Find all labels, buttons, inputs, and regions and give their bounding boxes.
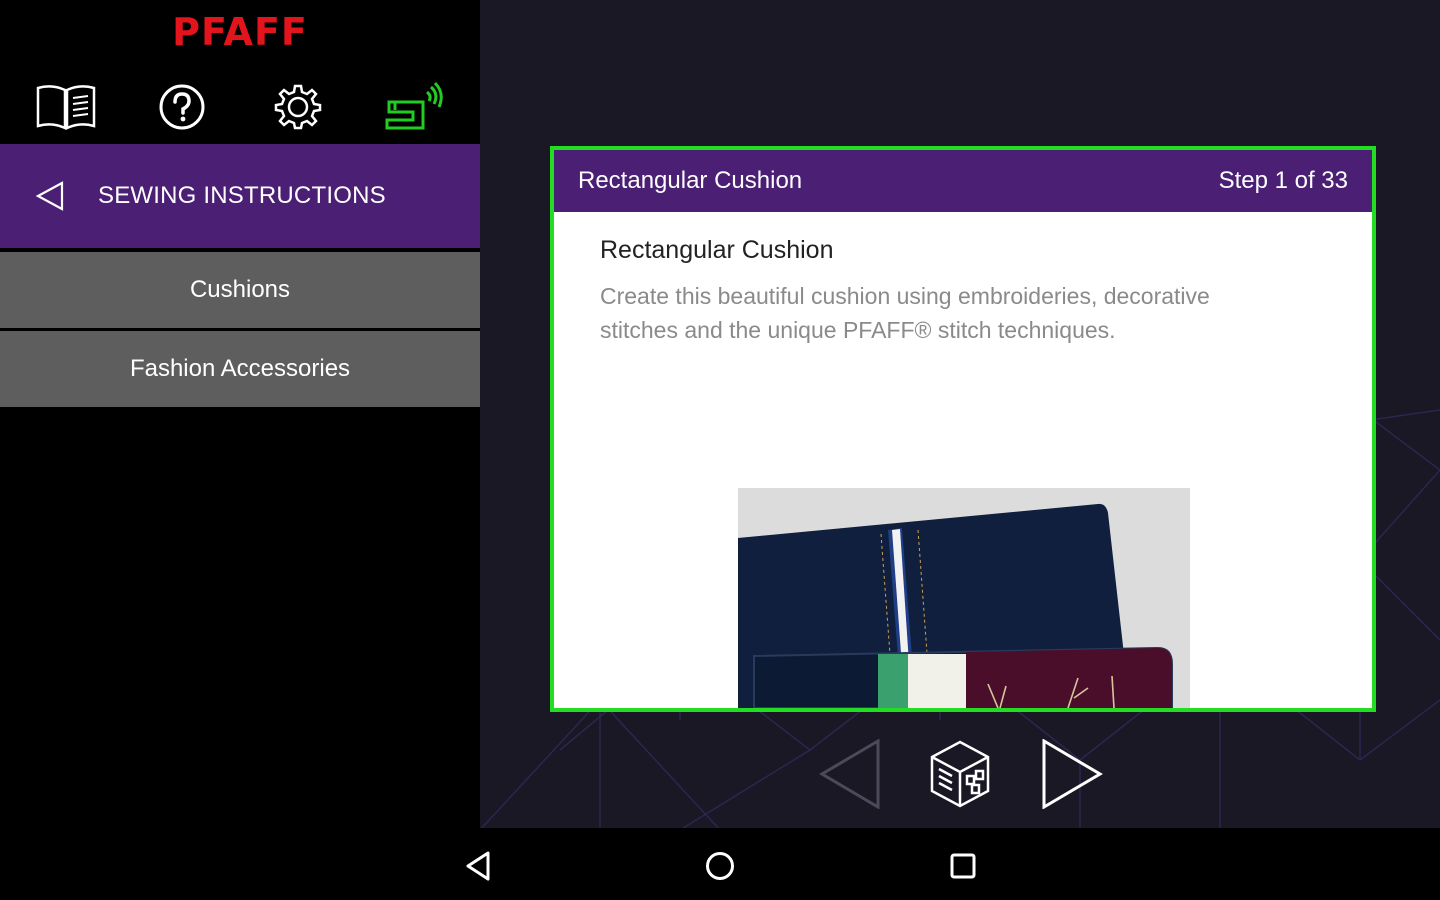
- manual-icon: [36, 85, 96, 130]
- card-header: Rectangular Cushion Step 1 of 33: [554, 150, 1372, 212]
- settings-button[interactable]: [266, 78, 330, 136]
- left-panel: PFAFF SEWING INSTRUCTIONS Cushions Fashi…: [0, 0, 480, 828]
- gear-icon: [274, 84, 322, 130]
- next-step-button[interactable]: [1036, 738, 1108, 810]
- step-counter: Step 1 of 33: [1218, 167, 1348, 194]
- manual-button[interactable]: [34, 78, 98, 136]
- system-home-button[interactable]: [700, 846, 740, 886]
- triangle-left-icon: [819, 739, 880, 809]
- card-header-title: Rectangular Cushion: [578, 167, 803, 194]
- system-back-button[interactable]: [458, 846, 498, 886]
- help-button[interactable]: [150, 78, 214, 136]
- help-icon: [159, 84, 205, 130]
- 3d-view-button[interactable]: [924, 738, 996, 810]
- sewing-instructions-header[interactable]: SEWING INSTRUCTIONS: [0, 144, 480, 248]
- system-home-icon: [706, 852, 734, 880]
- back-button[interactable]: [0, 144, 100, 248]
- instruction-card[interactable]: Rectangular Cushion Step 1 of 33 Rectang…: [550, 146, 1376, 712]
- triangle-right-icon: [1042, 739, 1103, 809]
- section-title: SEWING INSTRUCTIONS: [98, 182, 386, 209]
- cushion-preview-image: [738, 488, 1190, 708]
- previous-step-button[interactable]: [814, 738, 886, 810]
- back-triangle-icon: [35, 181, 64, 211]
- 3d-cube-icon: [930, 740, 990, 808]
- system-recents-button[interactable]: [943, 846, 983, 886]
- category-fashion-accessories[interactable]: Fashion Accessories: [0, 331, 480, 407]
- sewing-machine-connected-icon: [385, 81, 443, 130]
- card-title: Rectangular Cushion: [600, 236, 834, 264]
- system-recents-icon: [950, 853, 976, 879]
- category-cushions[interactable]: Cushions: [0, 252, 480, 328]
- pfaff-logo: PFAFF: [172, 10, 308, 54]
- card-description: Create this beautiful cushion using embr…: [600, 283, 1210, 343]
- machine-connection-button[interactable]: [382, 78, 446, 136]
- system-back-icon: [466, 851, 490, 881]
